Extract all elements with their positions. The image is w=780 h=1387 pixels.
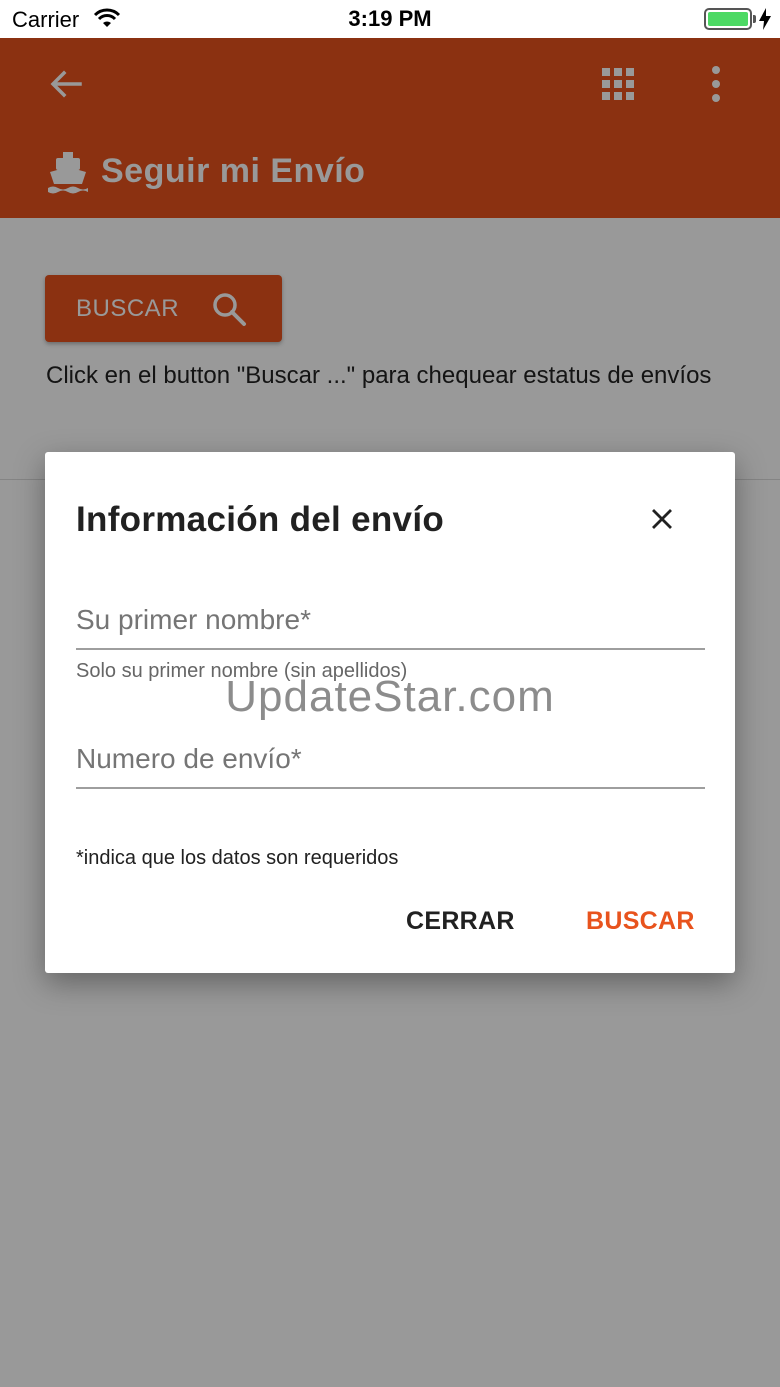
status-bar: Carrier 3:19 PM <box>0 0 780 38</box>
shipment-number-underline <box>76 787 705 789</box>
battery-fill <box>708 12 748 26</box>
first-name-underline <box>76 648 705 650</box>
watermark: UpdateStar.com <box>225 672 555 721</box>
charging-bolt-icon <box>759 8 771 30</box>
clock: 3:19 PM <box>348 6 432 31</box>
close-icon[interactable] <box>649 506 675 532</box>
dialog-title: Información del envío <box>76 500 445 539</box>
first-name-field <box>76 600 705 650</box>
required-note: *indica que los datos son requeridos <box>76 847 399 869</box>
battery-icon <box>704 8 752 30</box>
dialog-search-button[interactable]: BUSCAR <box>586 907 695 936</box>
shipment-number-field <box>76 739 705 789</box>
first-name-input[interactable] <box>76 600 705 640</box>
battery-cap <box>753 15 756 23</box>
close-button[interactable]: CERRAR <box>406 907 515 936</box>
shipment-number-input[interactable] <box>76 739 705 779</box>
